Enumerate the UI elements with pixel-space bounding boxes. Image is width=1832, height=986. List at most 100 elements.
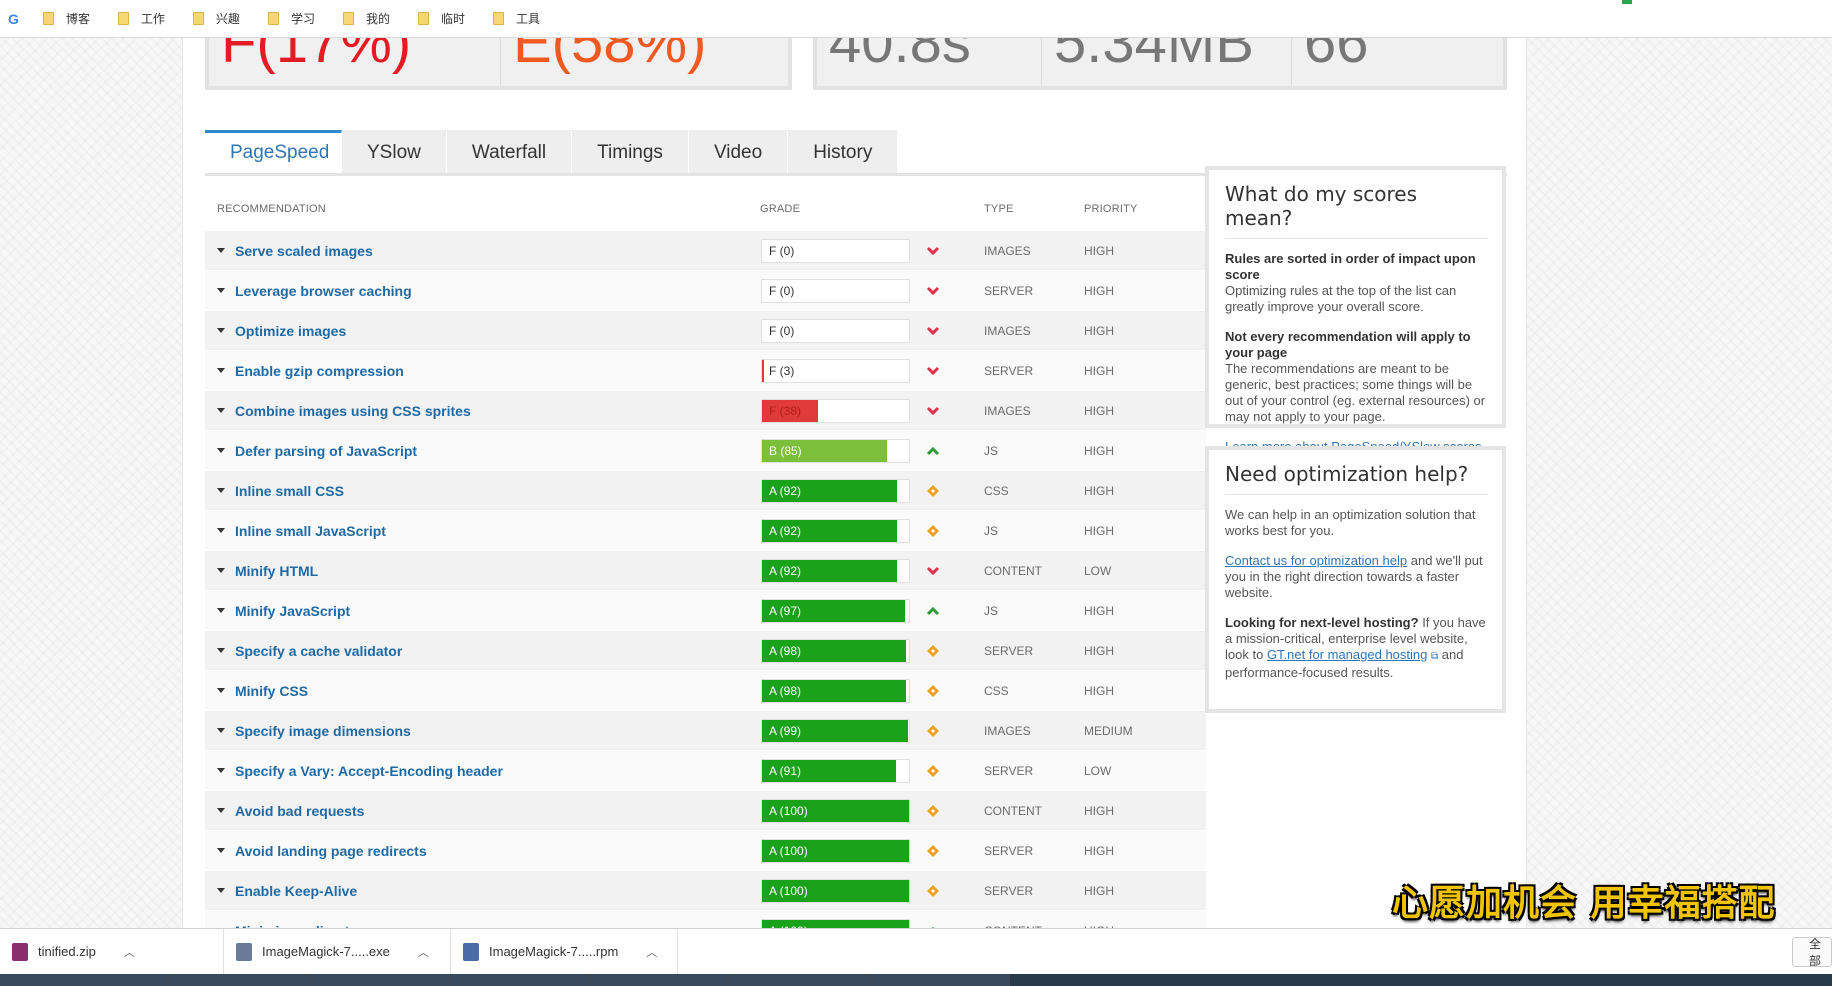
- bookmark-folder[interactable]: 学习: [267, 10, 315, 27]
- type-cell: SERVER: [984, 843, 1034, 858]
- hosting-link[interactable]: GT.net for managed hosting: [1267, 647, 1427, 662]
- recommendation-toggle[interactable]: Serve scaled images: [205, 243, 760, 259]
- table-row: Minify HTML A (92) CONTENT LOW: [205, 550, 1206, 590]
- tab-waterfall[interactable]: Waterfall: [446, 130, 573, 173]
- folder-icon: [342, 12, 354, 25]
- recommendation-toggle[interactable]: Specify a cache validator: [205, 643, 760, 659]
- trend-same-icon: [922, 884, 944, 897]
- tab-history[interactable]: History: [788, 130, 899, 173]
- recommendation-toggle[interactable]: Leverage browser caching: [205, 283, 760, 299]
- recommendation-label: Minify CSS: [235, 682, 309, 699]
- caret-down-icon: [217, 648, 225, 653]
- type-cell: SERVER: [984, 283, 1034, 298]
- recommendation-toggle[interactable]: Specify image dimensions: [205, 723, 760, 739]
- recommendation-toggle[interactable]: Enable gzip compression: [205, 363, 760, 379]
- caret-down-icon: [217, 848, 225, 853]
- grade-cell: A (98): [760, 678, 984, 703]
- taskbar-item[interactable]: [590, 974, 730, 986]
- recommendation-label: Enable Keep-Alive: [235, 882, 358, 899]
- grade-label: F (38): [769, 403, 802, 418]
- recommendation-label: Inline small CSS: [235, 482, 344, 499]
- recommendation-toggle[interactable]: Inline small JavaScript: [205, 523, 760, 539]
- extension-indicator: [1622, 0, 1632, 4]
- recommendation-toggle[interactable]: Minify HTML: [205, 563, 760, 579]
- taskbar-item[interactable]: [170, 974, 310, 986]
- type-cell: SERVER: [984, 763, 1034, 778]
- grade-label: A (98): [769, 643, 802, 658]
- col-type: TYPE: [984, 203, 1014, 215]
- recommendation-toggle[interactable]: Specify a Vary: Accept-Encoding header: [205, 763, 760, 779]
- bookmark-folder[interactable]: 兴趣: [192, 10, 240, 27]
- priority-cell: HIGH: [1084, 683, 1114, 698]
- grade-label: A (92): [769, 563, 802, 578]
- download-item[interactable]: ImageMagick-7.....rpm ︿: [451, 928, 678, 975]
- taskbar-item[interactable]: [310, 974, 450, 986]
- chevron-up-icon[interactable]: ︿: [646, 944, 657, 960]
- tab-pagespeed[interactable]: PageSpeed: [205, 130, 342, 173]
- recommendation-toggle[interactable]: Inline small CSS: [205, 483, 760, 499]
- tab-yslow[interactable]: YSlow: [342, 130, 447, 173]
- caret-down-icon: [217, 888, 225, 893]
- recommendation-toggle[interactable]: Minify CSS: [205, 683, 760, 699]
- table-row: Specify image dimensions A (99) IMAGES MEDI…: [205, 710, 1206, 750]
- grade-label: A (100): [769, 803, 808, 818]
- bookmark-folder[interactable]: 我的: [342, 10, 390, 27]
- recommendation-toggle[interactable]: Combine images using CSS sprites: [205, 403, 760, 419]
- grade-label: F (3): [769, 363, 795, 378]
- download-item[interactable]: tinified.zip ︿: [0, 928, 224, 975]
- download-item[interactable]: ImageMagick-7.....exe ︿: [224, 928, 451, 975]
- tab-timings[interactable]: Timings: [572, 130, 689, 173]
- requests-value: 66: [1304, 38, 1369, 75]
- contact-link[interactable]: Contact us for optimization help: [1225, 553, 1407, 568]
- grade-cell: A (99): [760, 718, 984, 743]
- grade-cell: F (3): [760, 358, 984, 383]
- recommendation-label: Serve scaled images: [235, 242, 373, 259]
- taskbar-item[interactable]: [450, 974, 590, 986]
- grade-bar: F (0): [761, 318, 910, 343]
- grade-label: A (100): [769, 843, 808, 858]
- type-cell: CONTENT: [984, 563, 1042, 578]
- recommendations-table: RECOMMENDATION GRADE TYPE PRIORITY Serve…: [205, 188, 1206, 950]
- load-time: 40.8s▼: [817, 38, 1042, 86]
- chevron-up-icon[interactable]: ︿: [418, 944, 429, 960]
- bookmark-folder[interactable]: 工作: [117, 10, 165, 27]
- chevron-up-icon[interactable]: ︿: [124, 944, 135, 960]
- bookmark-list: 博客 工作 兴趣 学习 我的 临时 工具: [42, 10, 568, 27]
- grade-label: A (92): [769, 523, 802, 538]
- recommendation-toggle[interactable]: Minify JavaScript: [205, 603, 760, 619]
- taskbar-item[interactable]: [0, 974, 170, 986]
- taskbar-item[interactable]: [870, 974, 1010, 986]
- recommendation-toggle[interactable]: Defer parsing of JavaScript: [205, 443, 760, 459]
- bookmark-label: 博客: [65, 12, 90, 26]
- recommendation-label: Specify image dimensions: [235, 722, 411, 739]
- recommendation-toggle[interactable]: Avoid landing page redirects: [205, 843, 760, 859]
- total-page-size: 5.34MB▼: [1042, 38, 1292, 86]
- priority-cell: LOW: [1084, 563, 1112, 578]
- bookmark-folder[interactable]: 博客: [42, 10, 90, 27]
- trend-same-icon: [922, 524, 944, 537]
- trend-down-icon: [922, 406, 944, 416]
- bookmarks-bar: G 博客 工作 兴趣 学习 我的 临时 工具: [0, 0, 1832, 38]
- trend-same-icon: [922, 484, 944, 497]
- download-filename: ImageMagick-7.....rpm: [489, 944, 619, 959]
- file-icon: [12, 942, 28, 961]
- tab-video[interactable]: Video: [688, 130, 789, 173]
- download-bar: tinified.zip ︿ ImageMagick-7.....exe ︿ Image…: [0, 928, 1832, 975]
- bookmark-folder[interactable]: 工具: [492, 10, 540, 27]
- grade-label: A (100): [769, 883, 808, 898]
- table-row: Leverage browser caching F (0) SERVER HIGH: [205, 270, 1206, 310]
- recommendation-toggle[interactable]: Optimize images: [205, 323, 760, 339]
- folder-icon: [267, 12, 279, 25]
- taskbar: [0, 974, 1832, 986]
- grade-label: A (98): [769, 683, 802, 698]
- recommendation-toggle[interactable]: Avoid bad requests: [205, 803, 760, 819]
- taskbar-item[interactable]: [730, 974, 870, 986]
- help-box-title: Need optimization help?: [1225, 462, 1488, 495]
- google-icon[interactable]: G: [8, 11, 19, 27]
- caret-down-icon: [217, 288, 225, 293]
- recommendation-toggle[interactable]: Enable Keep-Alive: [205, 883, 760, 899]
- bookmark-folder[interactable]: 临时: [417, 10, 465, 27]
- show-all-downloads-button[interactable]: 全部: [1792, 937, 1832, 967]
- priority-cell: HIGH: [1084, 243, 1114, 258]
- grade-bar: A (100): [761, 838, 910, 863]
